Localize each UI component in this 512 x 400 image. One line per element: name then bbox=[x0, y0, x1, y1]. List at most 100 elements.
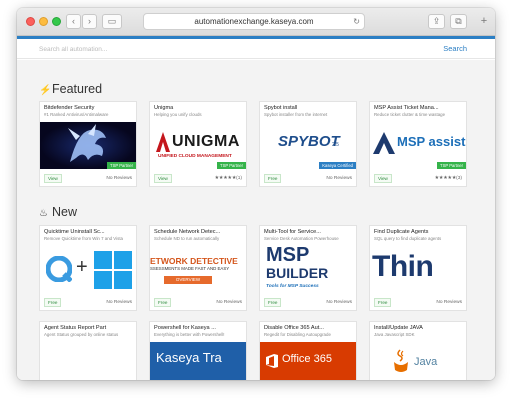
java-cup-icon bbox=[394, 349, 408, 372]
address-bar[interactable]: automationexchange.kaseya.com ↻ bbox=[143, 13, 365, 30]
automation-card-bitdefender[interactable]: Bitdefender Security #1 Ranked Antivirus… bbox=[39, 101, 137, 187]
show-tabs-button[interactable]: ⧉ bbox=[450, 14, 467, 29]
card-subtitle: Agent Status grouped by online status bbox=[44, 332, 119, 337]
free-button[interactable]: Free bbox=[374, 298, 392, 307]
card-subtitle: #1 Ranked Antivirus/Antimalware bbox=[44, 112, 109, 117]
spybot-version: 2.5 bbox=[332, 142, 339, 148]
new-tab-button[interactable]: + bbox=[477, 14, 491, 29]
star-rating: ★★★★★(1) bbox=[214, 176, 242, 181]
card-image: MSP BUILDER Tools for MSP Success bbox=[260, 246, 356, 293]
chevron-left-icon: ‹ bbox=[72, 16, 75, 26]
free-button[interactable]: Free bbox=[264, 298, 282, 307]
card-image: Thin bbox=[370, 246, 466, 293]
automation-card-powershell[interactable]: Powershell for Kaseya ... Everything is … bbox=[149, 321, 247, 380]
free-button[interactable]: Free bbox=[154, 298, 172, 307]
partner-badge: TSP Partner bbox=[217, 162, 246, 169]
windows-logo-icon bbox=[94, 251, 132, 289]
card-subtitle: Everything is better with Powershell! bbox=[154, 332, 225, 337]
back-button[interactable]: ‹ bbox=[66, 14, 81, 29]
automation-card-spybot[interactable]: Spybot install Spybot installer from the… bbox=[259, 101, 357, 187]
search-bar: Search bbox=[17, 39, 495, 59]
main-content: ⚡Featured Bitdefender Security #1 Ranked… bbox=[17, 60, 495, 380]
chevron-right-icon: › bbox=[88, 16, 91, 26]
free-button[interactable]: Free bbox=[44, 298, 62, 307]
card-image: Office 365 bbox=[260, 342, 356, 380]
card-subtitle: Java Javascript SDK bbox=[374, 332, 415, 337]
office-logo-icon bbox=[266, 354, 278, 368]
card-title: MSP Assist Ticket Mana... bbox=[374, 105, 439, 111]
featured-title: Featured bbox=[52, 82, 103, 96]
browser-toolbar: ‹ › ▭ automationexchange.kaseya.com ↻ ⇪ … bbox=[17, 8, 495, 36]
search-button[interactable]: Search bbox=[443, 44, 467, 53]
card-title: Schedule Network Detec... bbox=[154, 229, 221, 235]
java-text: Java bbox=[414, 356, 438, 368]
card-title: Spybot install bbox=[264, 105, 298, 111]
share-button[interactable]: ⇪ bbox=[428, 14, 445, 29]
card-image: MSP assist TSP Partner bbox=[370, 122, 466, 169]
review-count: No Reviews bbox=[216, 300, 242, 305]
card-subtitle: Service Desk Automation Powerhouse bbox=[264, 236, 339, 241]
partner-badge: TSP Partner bbox=[437, 162, 466, 169]
automation-card-quicktime[interactable]: Quicktime Uninstall Sc... Remove Quickti… bbox=[39, 225, 137, 311]
card-subtitle: Remove Quicktime from Win 7 and Vista bbox=[44, 236, 123, 241]
automation-card-duplicate-agents[interactable]: Find Duplicate Agents SQL query to find … bbox=[369, 225, 467, 311]
card-image: SPYBOT 2.5 Kaseya Certified bbox=[260, 122, 356, 169]
msp-builder-tagline: Tools for MSP Success bbox=[266, 284, 319, 289]
unigma-logo-text: UNIGMA bbox=[172, 133, 240, 150]
card-title: Install/Update JAVA bbox=[374, 325, 423, 331]
review-count: No Reviews bbox=[106, 176, 132, 181]
tabs-icon: ⧉ bbox=[455, 16, 462, 26]
view-button[interactable]: View bbox=[154, 174, 172, 183]
card-image: ETWORK DETECTIVE SSESSMENTS MADE FAST AN… bbox=[150, 246, 246, 293]
automation-card-msp-assist[interactable]: MSP Assist Ticket Mana... Reduce ticket … bbox=[369, 101, 467, 187]
automation-card-agent-status[interactable]: Agent Status Report Part Agent Status gr… bbox=[39, 321, 137, 380]
card-image: TSP Partner bbox=[40, 122, 136, 169]
forward-button[interactable]: › bbox=[82, 14, 97, 29]
card-image: + bbox=[40, 246, 136, 293]
card-subtitle: Helping you unify clouds bbox=[154, 112, 202, 117]
msp-assist-logo-text: MSP assist bbox=[397, 134, 466, 149]
office365-text: Office 365 bbox=[282, 353, 332, 365]
card-subtitle: Reduce ticket clutter & time wastage bbox=[374, 112, 446, 117]
card-subtitle: Spybot installer from the internet bbox=[264, 112, 328, 117]
card-image: Kaseya Tra bbox=[150, 342, 246, 380]
reload-icon[interactable]: ↻ bbox=[353, 14, 360, 29]
new-heading: ♨ New bbox=[39, 205, 77, 219]
sidebar-icon: ▭ bbox=[107, 16, 117, 26]
spybot-logo-text: SPYBOT bbox=[278, 133, 340, 150]
partner-badge: TSP Partner bbox=[107, 162, 136, 169]
search-input[interactable] bbox=[39, 43, 379, 55]
quicktime-logo-icon bbox=[46, 256, 72, 282]
overview-tab: OVERVIEW bbox=[164, 276, 212, 284]
card-image: UNIGMA UNIFIED CLOUD MANAGEMENT TSP Part… bbox=[150, 122, 246, 169]
card-title: Disable Office 365 Aut... bbox=[264, 325, 324, 331]
thin-logo-text: Thin bbox=[372, 250, 434, 283]
card-title: Quicktime Uninstall Sc... bbox=[44, 229, 105, 235]
browser-window: ‹ › ▭ automationexchange.kaseya.com ↻ ⇪ … bbox=[17, 8, 495, 380]
automation-card-unigma[interactable]: Unigma Helping you unify clouds UNIGMA U… bbox=[149, 101, 247, 187]
msp-builder-logo-text: MSP bbox=[266, 246, 310, 266]
maximize-window-button[interactable] bbox=[52, 17, 61, 26]
free-button[interactable]: Free bbox=[264, 174, 282, 183]
review-count: No Reviews bbox=[326, 300, 352, 305]
msp-assist-logo-icon bbox=[373, 132, 395, 154]
card-title: Agent Status Report Part bbox=[44, 325, 107, 331]
close-window-button[interactable] bbox=[26, 17, 35, 26]
view-button[interactable]: View bbox=[44, 174, 62, 183]
review-count: No Reviews bbox=[326, 176, 352, 181]
card-subtitle: SQL query to find duplicate agents bbox=[374, 236, 442, 241]
card-title: Find Duplicate Agents bbox=[374, 229, 429, 235]
automation-card-network-detective[interactable]: Schedule Network Detec... Schedule ND to… bbox=[149, 225, 247, 311]
automation-card-msp-builder[interactable]: Multi-Tool for Service... Service Desk A… bbox=[259, 225, 357, 311]
view-button[interactable]: View bbox=[374, 174, 392, 183]
automation-card-office365[interactable]: Disable Office 365 Aut... Regedit for Di… bbox=[259, 321, 357, 380]
minimize-window-button[interactable] bbox=[39, 17, 48, 26]
sidebar-toggle-button[interactable]: ▭ bbox=[102, 14, 122, 29]
unigma-tagline: UNIFIED CLOUD MANAGEMENT bbox=[158, 154, 232, 159]
automation-card-java[interactable]: Install/Update JAVA Java Javascript SDK … bbox=[369, 321, 467, 380]
network-detective-logo-text: ETWORK DETECTIVE bbox=[150, 256, 238, 266]
kaseya-training-text: Kaseya Tra bbox=[156, 350, 222, 365]
featured-heading: ⚡Featured bbox=[39, 82, 102, 96]
card-subtitle: Regedit for Disabling Autoupgrade bbox=[264, 332, 331, 337]
card-title: Multi-Tool for Service... bbox=[264, 229, 321, 235]
